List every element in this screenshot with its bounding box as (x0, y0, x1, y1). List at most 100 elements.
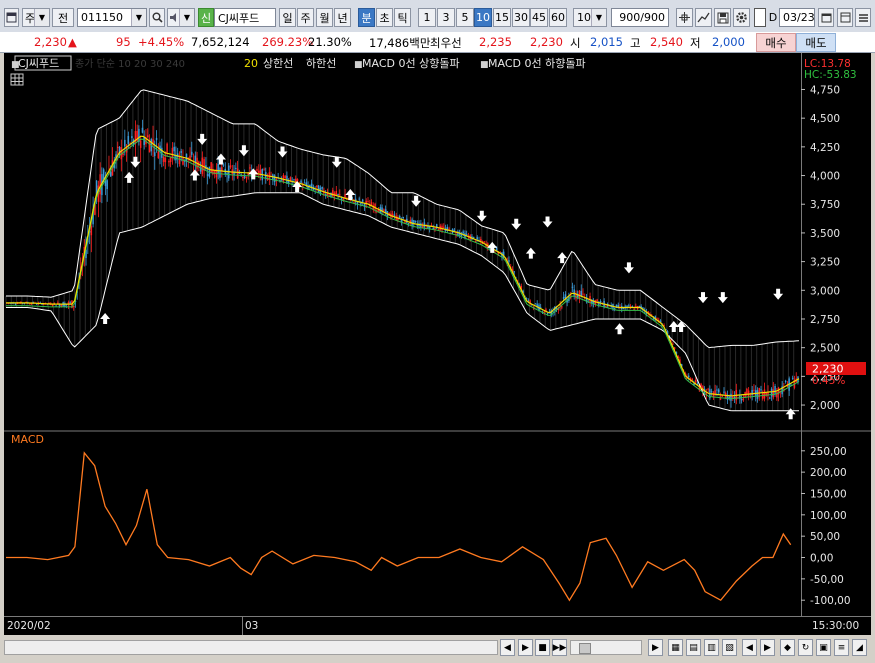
candle-body (402, 216, 404, 218)
refresh-button[interactable]: ↻ (798, 639, 813, 656)
macd-tick-label: 100,00 (810, 510, 847, 522)
menu-button[interactable] (855, 8, 871, 27)
market-sub-button[interactable]: 전 (52, 8, 74, 27)
zoom-thumb[interactable] (579, 643, 591, 654)
date-checkbox-label: D (768, 11, 778, 24)
minute-tab[interactable]: 5 (456, 8, 474, 27)
arrow-down-icon (511, 218, 522, 230)
stock-name-field[interactable]: CJ씨푸드 (214, 8, 276, 27)
period-tab[interactable]: 월 (316, 8, 333, 27)
candle-body (55, 305, 57, 307)
high-label: 고 (630, 36, 641, 50)
legend-macd-down: MACD 0선 하향돌파 (488, 56, 586, 70)
period-tab[interactable]: 일 (279, 8, 296, 27)
candle-body (280, 179, 283, 181)
print-button[interactable]: ▣ (816, 639, 831, 656)
stop-button[interactable]: ■ (535, 639, 550, 656)
options-icon: ≡ (837, 642, 846, 653)
low-label: 저 (690, 36, 701, 50)
zoom-track[interactable] (570, 640, 642, 655)
candle-body (206, 174, 209, 177)
minute-tab[interactable]: 45 (530, 8, 548, 27)
trend-tool-button[interactable] (695, 8, 712, 27)
crosshair-button[interactable] (676, 8, 693, 27)
current-price-tag-text: 2,230 (812, 363, 844, 376)
macd-tick-label: 0,00 (810, 553, 833, 565)
minute-tab[interactable]: 10 (474, 8, 492, 27)
window-button[interactable] (837, 8, 853, 27)
scroll-track[interactable] (4, 640, 498, 655)
candle-body (273, 175, 276, 182)
stock-code-input[interactable]: 011150 ▼ (77, 8, 147, 27)
price-tick-label: 4,250 (810, 142, 840, 154)
split-button[interactable]: ▧ (722, 639, 737, 656)
zoom-in-button[interactable]: ▦ (668, 639, 683, 656)
candle-body (561, 306, 563, 308)
grid-toggle-icon[interactable] (10, 73, 24, 86)
turnover-rate: 21.30% (308, 35, 352, 49)
play-button[interactable]: ▶ (518, 639, 533, 656)
candle-body (753, 389, 755, 391)
legend-ma-faint: 종가 단순 10 20 30 240 (75, 58, 185, 70)
save-button[interactable] (714, 8, 731, 27)
volume-ratio: 269.23% (262, 35, 314, 49)
sell-button[interactable]: 매도 (796, 33, 836, 52)
arrow-up-icon (614, 323, 625, 335)
market-select[interactable]: 주 ▼ (22, 8, 50, 27)
chart-area[interactable]: 2,000 2,250 2,500 2,750 3,000 3,250 3,500 3,750… (4, 53, 871, 635)
next-button[interactable]: ▶ (760, 639, 775, 656)
arrow-down-icon (623, 262, 634, 274)
candle-body (770, 388, 773, 397)
period-tab[interactable]: 년 (334, 8, 351, 27)
layout-icon: ▥ (707, 642, 716, 653)
date-checkbox[interactable] (754, 8, 766, 27)
period-tab[interactable]: 틱 (394, 8, 411, 27)
candle-body (756, 390, 759, 399)
price-change-pct: +4.45% (138, 35, 185, 49)
zoom-out-button[interactable]: ▤ (686, 639, 701, 656)
scroll-left-button[interactable]: ◀ (500, 639, 515, 656)
sound-select[interactable]: ▼ (167, 8, 195, 27)
arrow-down-icon (130, 156, 141, 168)
window-icon (840, 12, 850, 23)
fast-forward-button[interactable]: ▶▶ (552, 639, 567, 656)
calendar-button[interactable] (818, 8, 834, 27)
expand-button[interactable]: ◢ (852, 639, 867, 656)
period-tab[interactable]: 주 (297, 8, 314, 27)
search-icon (152, 12, 163, 23)
stock-chart[interactable]: 2,0002,2502,5002,7503,0003,2503,5003,750… (4, 53, 871, 635)
period-tab[interactable]: 초 (376, 8, 393, 27)
minute-tab[interactable]: 1 (418, 8, 436, 27)
layout-button[interactable]: ▥ (704, 639, 719, 656)
candle-body (719, 398, 722, 400)
buy-button[interactable]: 매수 (756, 33, 796, 52)
minute-tab[interactable]: 60 (549, 8, 567, 27)
date-input[interactable]: 03/23 (779, 8, 815, 27)
legend-lower: 하한선 (306, 56, 336, 70)
minute-tab[interactable]: 30 (512, 8, 530, 27)
search-button[interactable] (149, 8, 165, 27)
minute-tab[interactable]: 15 (493, 8, 511, 27)
fit-button[interactable]: ◆ (780, 639, 795, 656)
trend-line-icon (697, 12, 710, 23)
fast-forward-icon: ▶▶ (552, 642, 567, 653)
candle-body (166, 143, 168, 153)
candle-body (483, 241, 486, 243)
candle-body (180, 151, 182, 153)
period-tab[interactable]: 분 (358, 8, 375, 27)
scroll-right-button[interactable]: ▶ (648, 639, 663, 656)
x-label-mid: 03 (245, 620, 258, 632)
candle-body (763, 389, 766, 399)
minute-tab[interactable]: 3 (437, 8, 455, 27)
prev-button[interactable]: ◀ (742, 639, 757, 656)
options-button[interactable]: ≡ (834, 639, 849, 656)
candle-body (51, 304, 54, 306)
chart-window-icon[interactable] (4, 8, 19, 27)
settings-button[interactable] (733, 8, 750, 27)
count-input[interactable]: 900/900 (611, 8, 669, 27)
candle-body (332, 190, 334, 197)
interval-select[interactable]: 10 ▼ (573, 8, 607, 27)
macd-tick-label: 150,00 (810, 488, 847, 500)
candle-body (242, 176, 244, 178)
macd-title: MACD (11, 433, 44, 446)
